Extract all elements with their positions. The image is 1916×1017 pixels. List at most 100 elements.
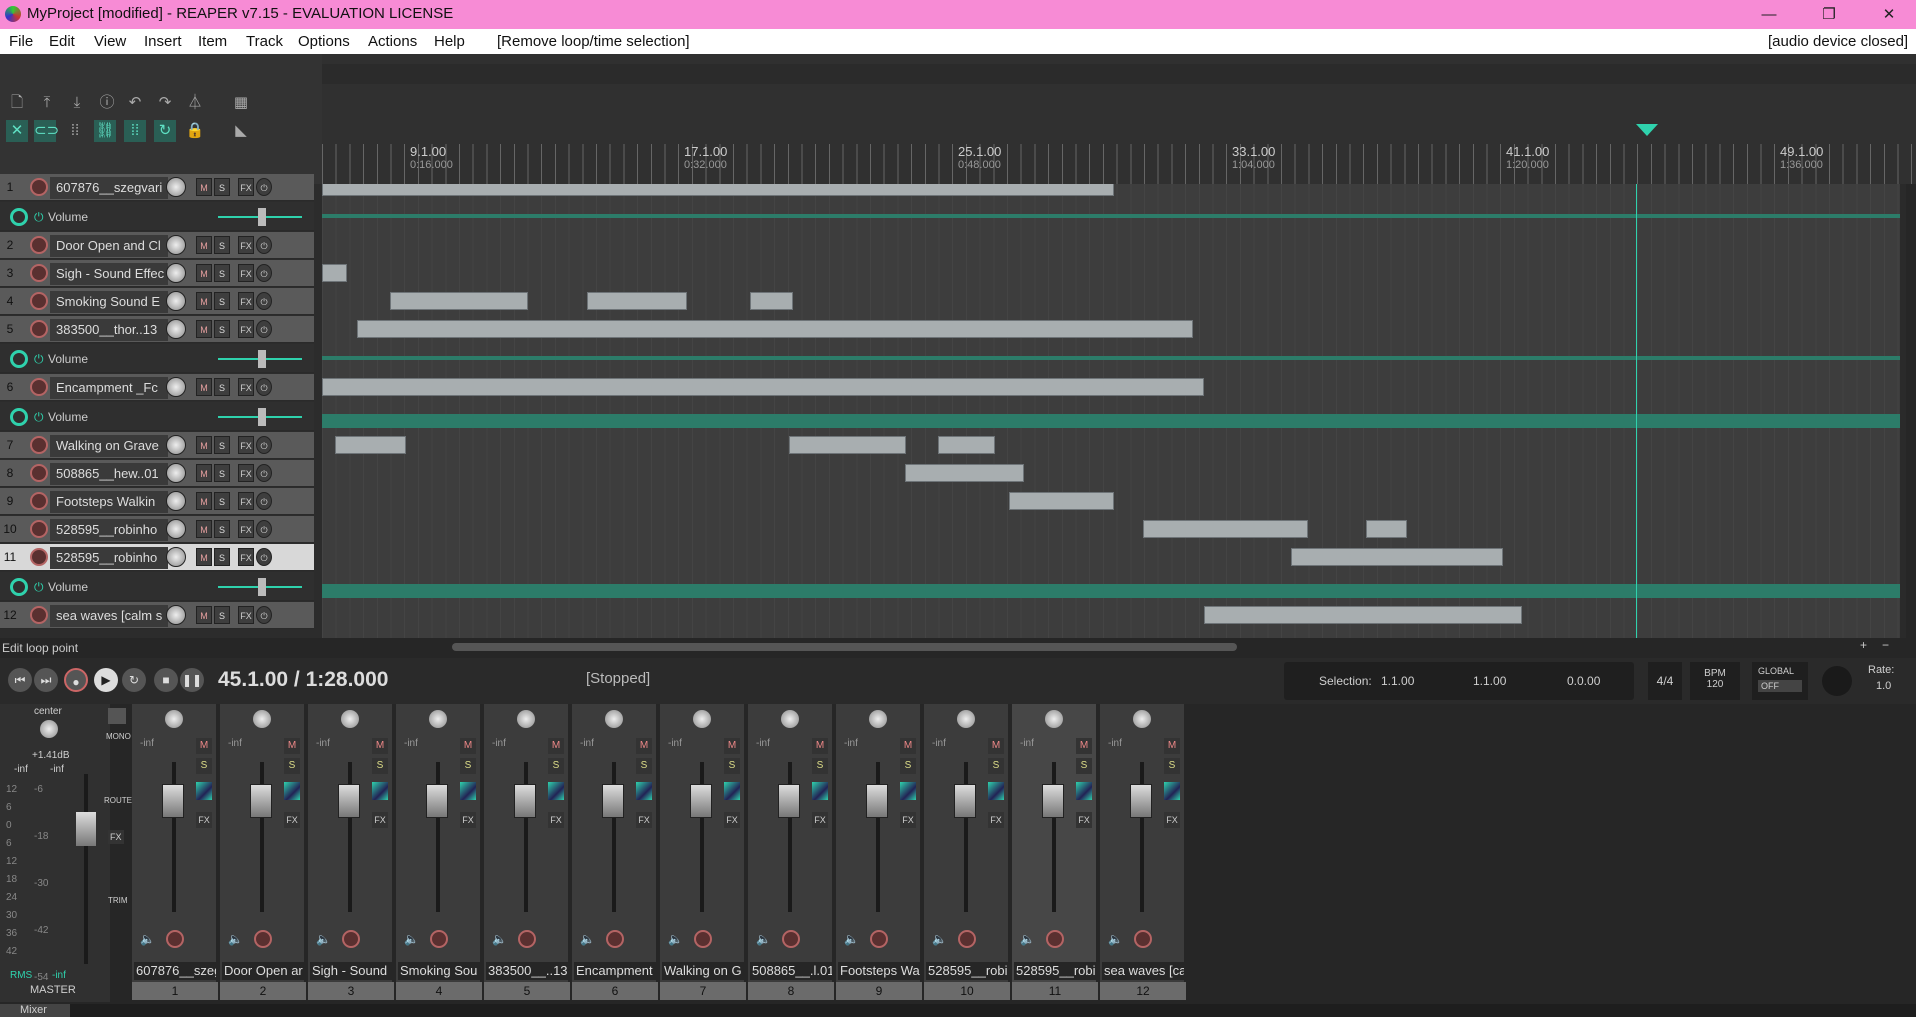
fx-button[interactable]: FX <box>238 178 254 196</box>
mute-button[interactable]: M <box>196 264 212 282</box>
track-header[interactable]: 9 Footsteps Walkin M S FX ⏻ <box>0 488 314 515</box>
solo-button[interactable]: S <box>214 264 230 282</box>
snap-icon[interactable]: ⁞⁞ <box>124 120 146 142</box>
record-arm-icon[interactable] <box>782 930 800 948</box>
mute-button[interactable]: M <box>812 738 828 754</box>
track-volume-knob[interactable] <box>166 291 186 311</box>
mono-label[interactable]: MONO <box>106 732 131 741</box>
mute-button[interactable]: M <box>1164 738 1180 754</box>
fx-button[interactable]: FX <box>900 812 916 828</box>
volume-envelope[interactable] <box>322 356 1906 360</box>
solo-button[interactable]: S <box>812 758 828 774</box>
pan-knob[interactable] <box>957 710 975 728</box>
volume-envelope[interactable] <box>322 414 1906 428</box>
envelope-bypass-icon[interactable] <box>10 350 28 368</box>
envelope-arm-icon[interactable]: ⏻ <box>34 352 44 367</box>
mute-button[interactable]: M <box>1076 738 1092 754</box>
fx-bypass-icon[interactable]: ⏻ <box>256 292 272 310</box>
maximize-button[interactable]: ❐ <box>1806 0 1852 29</box>
record-arm-icon[interactable] <box>30 436 48 454</box>
record-arm-icon[interactable] <box>30 378 48 396</box>
solo-button[interactable]: S <box>214 292 230 310</box>
fx-button[interactable]: FX <box>238 378 254 396</box>
media-item[interactable] <box>357 320 1193 338</box>
media-item[interactable] <box>322 184 1114 196</box>
play-icon[interactable]: ▶ <box>94 668 118 692</box>
fx-bypass-icon[interactable]: ⏻ <box>256 378 272 396</box>
region-lane[interactable] <box>322 64 1916 84</box>
volume-fader[interactable] <box>338 784 360 818</box>
route-button[interactable] <box>988 782 1004 800</box>
strip-name[interactable]: 508865__.l.01 <box>750 962 832 980</box>
volume-envelope[interactable] <box>322 214 1906 218</box>
grid-icon[interactable]: ⁞⁞ <box>64 120 86 142</box>
record-arm-icon[interactable] <box>254 930 272 948</box>
envelope-arm-icon[interactable]: ⏻ <box>34 410 44 425</box>
volume-fader[interactable] <box>1042 784 1064 818</box>
pan-knob[interactable] <box>1045 710 1063 728</box>
fx-bypass-icon[interactable]: ⏻ <box>256 320 272 338</box>
fx-button[interactable]: FX <box>812 812 828 828</box>
mute-button[interactable]: M <box>196 738 212 754</box>
record-arm-icon[interactable] <box>30 236 48 254</box>
fx-bypass-icon[interactable]: ⏻ <box>256 606 272 624</box>
envelope-lane-header[interactable]: ⏻ Volume <box>0 572 314 601</box>
mute-button[interactable]: M <box>196 178 212 196</box>
menu-file[interactable]: File <box>9 33 33 50</box>
track-volume-knob[interactable] <box>166 235 186 255</box>
undo-icon[interactable]: ↶ <box>124 92 146 114</box>
envelope-fader-handle[interactable] <box>258 408 266 426</box>
volume-fader[interactable] <box>162 784 184 818</box>
volume-fader[interactable] <box>250 784 272 818</box>
menu-insert[interactable]: Insert <box>144 33 182 50</box>
grid-toggle-icon[interactable]: ▦ <box>230 92 252 114</box>
strip-name[interactable]: 607876__szeg <box>134 962 216 980</box>
mixer-strip[interactable]: -inf M S FX 🔈 528595__robi 10 <box>924 704 1010 1000</box>
track-volume-knob[interactable] <box>166 605 186 625</box>
strip-name[interactable]: 528595__robi <box>1014 962 1096 980</box>
media-item[interactable] <box>390 292 528 310</box>
fx-button[interactable]: FX <box>196 812 212 828</box>
position-display[interactable]: 45.1.00 / 1:28.000 <box>218 668 388 692</box>
track-name[interactable]: Footsteps Walkin <box>50 491 168 513</box>
volume-fader[interactable] <box>426 784 448 818</box>
repeat-icon[interactable]: ↻ <box>122 668 146 692</box>
track-name[interactable]: 607876__szegvari <box>50 177 168 199</box>
solo-button[interactable]: S <box>214 548 230 566</box>
speaker-icon[interactable]: 🔈 <box>316 932 331 946</box>
solo-button[interactable]: S <box>214 320 230 338</box>
envelope-lane-header[interactable]: ⏻ Volume <box>0 202 314 231</box>
fx-button[interactable]: FX <box>238 464 254 482</box>
mixer-strip[interactable]: -inf M S FX 🔈 Door Open ar 2 <box>220 704 306 1000</box>
pan-knob[interactable] <box>429 710 447 728</box>
mute-button[interactable]: M <box>196 292 212 310</box>
envelope-points-icon[interactable]: ◣ <box>230 120 252 142</box>
fx-button[interactable]: FX <box>238 520 254 538</box>
route-button[interactable] <box>900 782 916 800</box>
global-automation-override[interactable]: GLOBAL OFF <box>1752 662 1808 700</box>
rate-value[interactable]: 1.0 <box>1876 680 1891 692</box>
bpm-display[interactable]: BPM 120 <box>1690 662 1740 700</box>
solo-button[interactable]: S <box>196 758 212 774</box>
master-fader[interactable] <box>76 812 96 846</box>
pan-knob[interactable] <box>253 710 271 728</box>
timeline-ruler[interactable]: 9.1.00 0:16.000 17.1.00 0:32.000 25.1.00 0:… <box>322 54 1916 184</box>
solo-button[interactable]: S <box>548 758 564 774</box>
track-volume-knob[interactable] <box>166 263 186 283</box>
track-name[interactable]: 383500__thor..13 <box>50 319 168 341</box>
pan-knob[interactable] <box>517 710 535 728</box>
track-volume-knob[interactable] <box>166 491 186 511</box>
speaker-icon[interactable]: 🔈 <box>1108 932 1123 946</box>
pause-icon[interactable]: ❚❚ <box>180 668 204 692</box>
speaker-icon[interactable]: 🔈 <box>404 932 419 946</box>
solo-button[interactable]: S <box>900 758 916 774</box>
mixer-strip[interactable]: -inf M S FX 🔈 607876__szeg 1 <box>132 704 218 1000</box>
go-to-start-icon[interactable]: ⏮ <box>8 668 32 692</box>
speaker-icon[interactable]: 🔈 <box>756 932 771 946</box>
vertical-scrollbar[interactable] <box>1900 184 1906 638</box>
record-arm-icon[interactable] <box>1046 930 1064 948</box>
menu-track[interactable]: Track <box>246 33 283 50</box>
speaker-icon[interactable]: 🔈 <box>492 932 507 946</box>
speaker-icon[interactable]: 🔈 <box>668 932 683 946</box>
mixer-strip[interactable]: -inf M S FX 🔈 383500__..13 5 <box>484 704 570 1000</box>
